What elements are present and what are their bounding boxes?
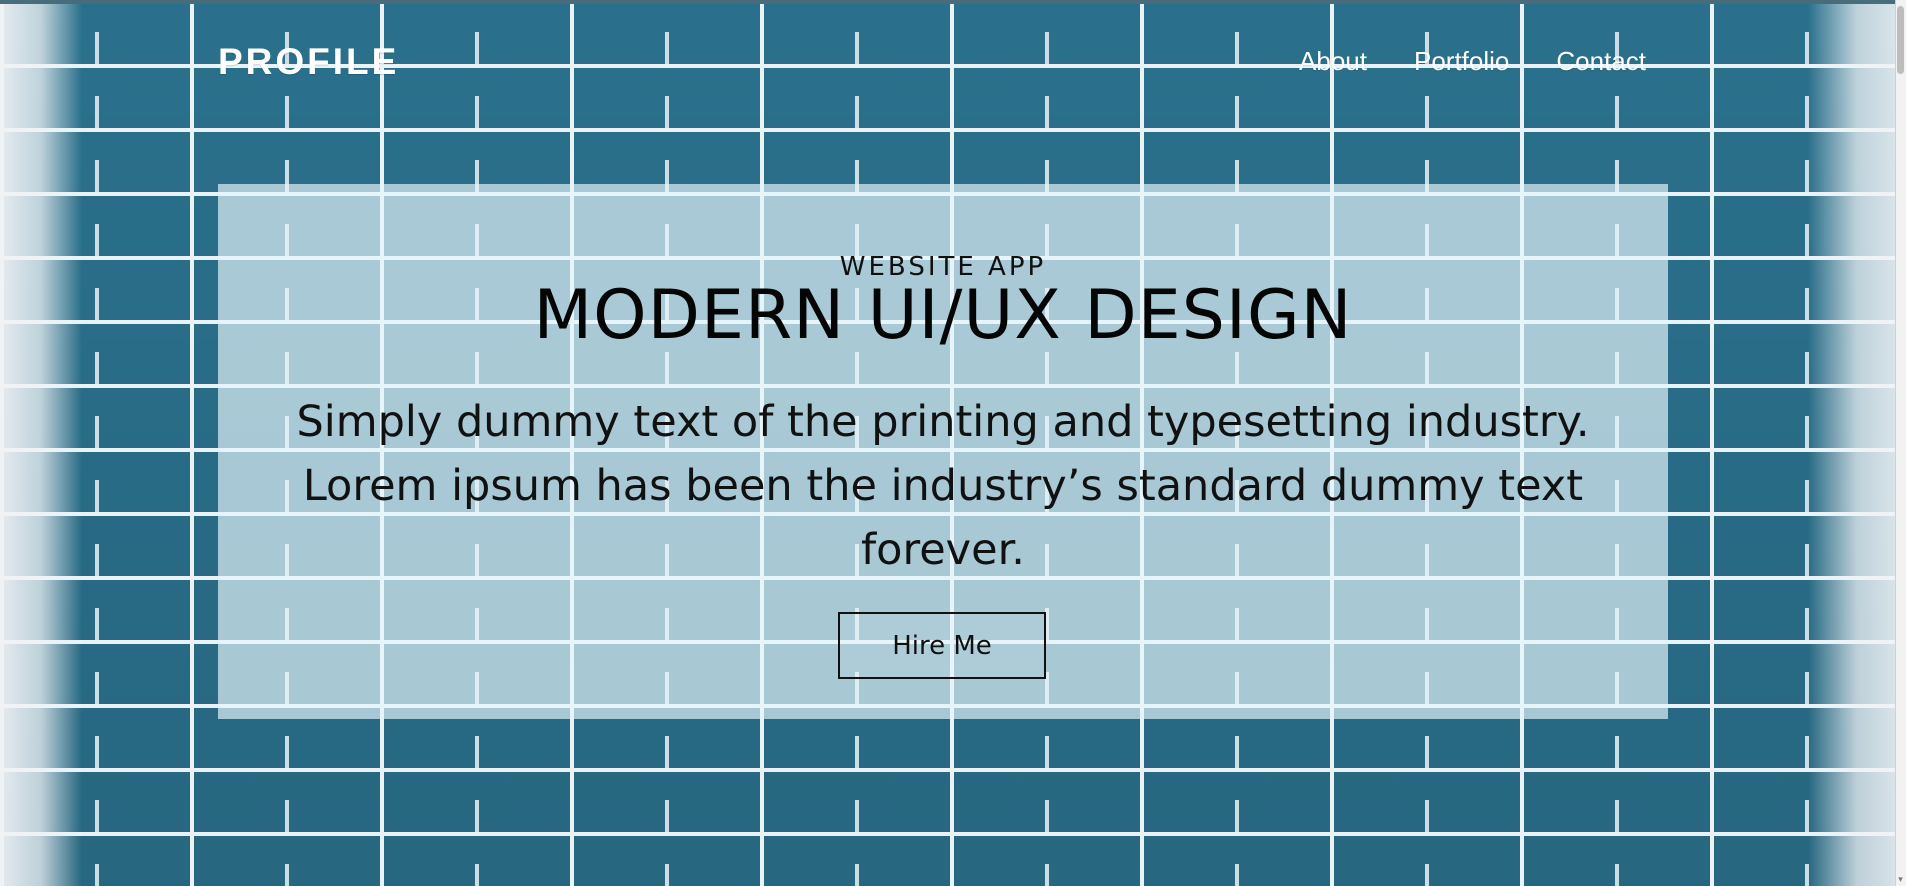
nav-contact-link[interactable]: Contact (1556, 48, 1646, 74)
hire-me-button[interactable]: Hire Me (838, 612, 1046, 679)
scrollbar-thumb[interactable] (1897, 6, 1904, 74)
top-edge-bar (0, 0, 1906, 4)
profile-landing-page: PROFILE About Portfolio Contact WEBSITE … (0, 0, 1906, 886)
hero-title: MODERN UI/UX DESIGN (533, 276, 1353, 355)
main-navigation: About Portfolio Contact (1299, 48, 1646, 74)
unpainted-right-wall (1808, 0, 1906, 886)
nav-portfolio-link[interactable]: Portfolio (1414, 48, 1509, 74)
site-header: PROFILE About Portfolio Contact (218, 30, 1650, 92)
hero-panel: WEBSITE APP MODERN UI/UX DESIGN Simply d… (218, 184, 1668, 719)
nav-about-link[interactable]: About (1299, 48, 1367, 74)
site-logo[interactable]: PROFILE (218, 43, 399, 80)
vertical-scrollbar[interactable]: ▾ (1895, 0, 1906, 886)
unpainted-left-wall (0, 0, 82, 886)
hero-description: Simply dummy text of the printing and ty… (296, 397, 1590, 575)
scroll-down-arrow-icon[interactable]: ▾ (1896, 876, 1905, 885)
